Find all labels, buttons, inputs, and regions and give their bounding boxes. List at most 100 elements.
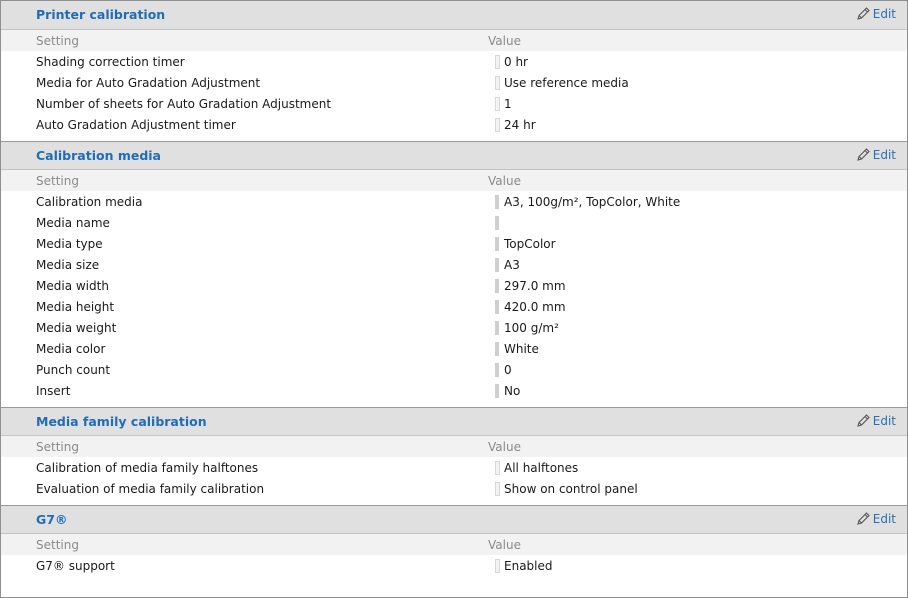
setting-row: Media color White (1, 339, 907, 360)
setting-row: Media weight 100 g/m² (1, 318, 907, 339)
value-marker (495, 461, 500, 475)
setting-value: 420.0 mm (504, 300, 566, 314)
setting-value: 100 g/m² (504, 321, 559, 335)
setting-label: Media width (36, 279, 109, 293)
setting-value: 0 (504, 363, 512, 377)
column-header: Setting Value (1, 534, 907, 555)
edit-label[interactable]: Edit (873, 7, 896, 21)
value-marker (495, 482, 500, 496)
value-marker (495, 97, 500, 111)
setting-label: Auto Gradation Adjustment timer (36, 118, 236, 132)
setting-value: TopColor (504, 237, 556, 251)
setting-label: Media height (36, 300, 115, 314)
setting-row: Media for Auto Gradation Adjustment Use r… (1, 73, 907, 94)
edit-label[interactable]: Edit (873, 148, 896, 162)
setting-row: Calibration media A3, 100g/m², TopColor, … (1, 192, 907, 213)
pencil-icon (856, 512, 870, 525)
setting-row: Media type TopColor (1, 234, 907, 255)
value-marker (495, 300, 499, 314)
value-marker (495, 118, 500, 132)
setting-row: G7® support Enabled (1, 556, 907, 577)
section-header: Media family calibration Edit (1, 407, 907, 436)
setting-value: 24 hr (504, 118, 536, 132)
edit-button[interactable]: Edit (855, 413, 896, 429)
setting-label: Calibration of media family halftones (36, 461, 259, 475)
section-title: Calibration media (36, 148, 161, 163)
value-marker (495, 559, 500, 573)
value-marker (495, 76, 500, 90)
setting-label: Insert (36, 384, 71, 398)
column-setting: Setting (36, 174, 79, 188)
settings-panel: Printer calibration Edit Setting Value S… (0, 0, 908, 598)
section-title: Printer calibration (36, 7, 166, 22)
setting-value: All halftones (504, 461, 579, 475)
value-marker (495, 195, 499, 209)
column-value: Value (488, 174, 521, 188)
setting-label: Shading correction timer (36, 55, 185, 69)
setting-value: A3 (504, 258, 520, 272)
setting-value: White (504, 342, 539, 356)
section-header: G7® Edit (1, 505, 907, 534)
setting-label: Evaluation of media family calibration (36, 482, 265, 496)
setting-label: Media color (36, 342, 106, 356)
setting-label: G7® support (36, 559, 115, 573)
pencil-icon (856, 148, 870, 161)
setting-value: Enabled (504, 559, 553, 573)
value-marker (495, 279, 499, 293)
edit-button[interactable]: Edit (855, 147, 896, 163)
setting-value: Show on control panel (504, 482, 638, 496)
setting-label: Media type (36, 237, 103, 251)
setting-row: Insert No (1, 381, 907, 402)
setting-row: Auto Gradation Adjustment timer 24 hr (1, 115, 907, 136)
setting-value: No (504, 384, 521, 398)
section-title: Media family calibration (36, 414, 207, 429)
setting-value: 0 hr (504, 55, 528, 69)
setting-label: Media name (36, 216, 110, 230)
column-setting: Setting (36, 440, 79, 454)
section-calibration-media: Calibration media Edit Setting Value Cal… (1, 141, 907, 407)
edit-button[interactable]: Edit (855, 6, 896, 22)
column-value: Value (488, 538, 521, 552)
edit-label[interactable]: Edit (873, 512, 896, 526)
setting-row: Shading correction timer 0 hr (1, 52, 907, 73)
setting-value: 297.0 mm (504, 279, 566, 293)
section-header: Printer calibration Edit (1, 1, 907, 30)
setting-label: Calibration media (36, 195, 143, 209)
value-marker (495, 384, 499, 398)
column-value: Value (488, 34, 521, 48)
value-marker (495, 55, 500, 69)
value-marker (495, 216, 499, 230)
setting-label: Media for Auto Gradation Adjustment (36, 76, 261, 90)
section-media-family-calibration: Media family calibration Edit Setting Va… (1, 407, 907, 505)
value-marker (495, 321, 499, 335)
column-setting: Setting (36, 538, 79, 552)
setting-row: Media size A3 (1, 255, 907, 276)
edit-label[interactable]: Edit (873, 414, 896, 428)
setting-label: Number of sheets for Auto Gradation Adju… (36, 97, 332, 111)
setting-row: Punch count 0 (1, 360, 907, 381)
setting-value: 1 (504, 97, 512, 111)
column-header: Setting Value (1, 436, 907, 457)
setting-row: Media name (1, 213, 907, 234)
setting-row: Evaluation of media family calibration Sh… (1, 479, 907, 500)
setting-row: Media width 297.0 mm (1, 276, 907, 297)
column-header: Setting Value (1, 170, 907, 191)
column-header: Setting Value (1, 30, 907, 51)
value-marker (495, 363, 499, 377)
setting-value: Use reference media (504, 76, 629, 90)
setting-row: Calibration of media family halftones All… (1, 458, 907, 479)
setting-label: Media size (36, 258, 100, 272)
section-g7: G7® Edit Setting Value G7® support Enable… (1, 505, 907, 582)
setting-label: Media weight (36, 321, 117, 335)
setting-value: A3, 100g/m², TopColor, White (504, 195, 681, 209)
value-marker (495, 237, 499, 251)
setting-label: Punch count (36, 363, 111, 377)
section-header: Calibration media Edit (1, 141, 907, 170)
edit-button[interactable]: Edit (855, 511, 896, 527)
value-marker (495, 342, 499, 356)
pencil-icon (856, 7, 870, 20)
value-marker (495, 258, 499, 272)
section-title: G7® (36, 512, 68, 527)
setting-row: Number of sheets for Auto Gradation Adju… (1, 94, 907, 115)
setting-row: Media height 420.0 mm (1, 297, 907, 318)
